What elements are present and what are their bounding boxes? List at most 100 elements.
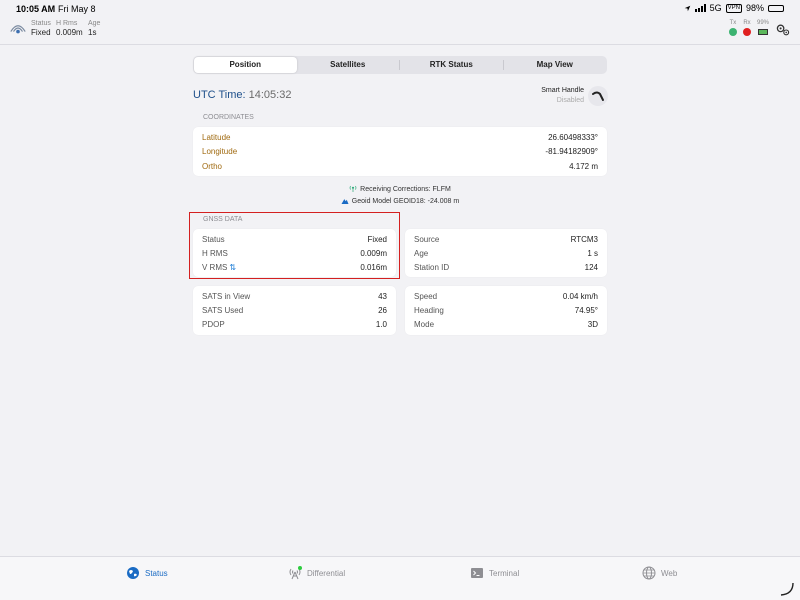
tab-rtk-status[interactable]: RTK Status bbox=[400, 57, 503, 73]
globe-icon bbox=[642, 566, 656, 580]
longitude-label: Longitude bbox=[202, 147, 238, 156]
tx-label: Tx bbox=[729, 20, 737, 26]
rx-label: Rx bbox=[743, 20, 751, 26]
battery-icon bbox=[768, 4, 784, 12]
rx-dot-icon bbox=[742, 28, 751, 36]
sats-in-view-label: SATS in View bbox=[202, 292, 251, 301]
geoid-model: Geoid Model GEOID18: -24.008 m bbox=[0, 197, 800, 205]
receiver-battery-label: 99% bbox=[756, 20, 769, 26]
system-date: Fri May 8 bbox=[58, 4, 96, 14]
gnss-row-source: Source RTCM3 bbox=[414, 235, 598, 244]
tab-map-view[interactable]: Map View bbox=[504, 57, 607, 73]
header-age: Age 1s bbox=[88, 20, 100, 38]
receiver-logo-icon[interactable] bbox=[9, 21, 27, 35]
satellites-card: SATS in View 43 SATS Used 26 PDOP 1.0 bbox=[193, 286, 396, 335]
header-age-label: Age bbox=[88, 20, 101, 27]
motion-row-heading: Heading 74.95° bbox=[414, 306, 598, 315]
smart-handle-state: Disabled bbox=[556, 97, 584, 104]
ortho-value: 4.172 m bbox=[569, 162, 598, 171]
rx-indicator: Rx bbox=[742, 20, 751, 36]
status-globe-icon bbox=[127, 567, 139, 579]
sats-in-view-value: 43 bbox=[378, 292, 387, 301]
speed-value: 0.04 km/h bbox=[562, 292, 598, 301]
gnss-source-label: Source bbox=[414, 235, 440, 244]
tx-dot-icon bbox=[728, 28, 737, 36]
smart-handle-icon bbox=[592, 91, 604, 101]
gnss-highlight-box bbox=[189, 212, 400, 279]
gnss-row-age: Age 1 s bbox=[414, 249, 598, 258]
network-type: 5G bbox=[709, 3, 722, 13]
tabbar-status-label: Status bbox=[145, 568, 168, 578]
app-header: Status Fixed H Rms 0.009m Age 1s Tx Rx 9… bbox=[0, 17, 800, 43]
sats-row-pdop: PDOP 1.0 bbox=[202, 320, 387, 329]
cellular-signal-icon bbox=[694, 4, 706, 12]
latitude-label: Latitude bbox=[202, 133, 231, 142]
smart-handle-button[interactable] bbox=[588, 86, 608, 106]
geoid-model-text: Geoid Model GEOID18: -24.008 m bbox=[351, 198, 460, 205]
mode-label: Mode bbox=[414, 320, 435, 329]
battery-percent: 98% bbox=[745, 3, 764, 13]
system-status-bar: 10:05 AM Fri May 8 5G VPN 98% bbox=[0, 0, 800, 17]
tabbar-terminal-label: Terminal bbox=[489, 568, 520, 578]
receiver-battery-icon bbox=[757, 29, 768, 35]
ortho-label: Ortho bbox=[202, 162, 223, 171]
coordinate-row-latitude: Latitude 26.60498333° bbox=[202, 133, 598, 142]
coordinate-row-longitude: Longitude -81.94182909° bbox=[202, 147, 598, 156]
sats-row-used: SATS Used 26 bbox=[202, 306, 387, 315]
longitude-value: -81.94182909° bbox=[545, 147, 598, 156]
geoid-mountain-icon bbox=[341, 199, 349, 204]
settings-gears-icon[interactable] bbox=[775, 22, 791, 38]
sats-used-value: 26 bbox=[378, 306, 387, 315]
receiving-corrections-text: Receiving Corrections: FLFM bbox=[360, 186, 451, 193]
heading-label: Heading bbox=[414, 306, 444, 315]
utc-time: UTC Time: 14:05:32 bbox=[193, 89, 291, 101]
utc-time-value: 14:05:32 bbox=[248, 89, 292, 101]
tabbar-differential-label: Differential bbox=[307, 568, 346, 578]
coordinates-card: Latitude 26.60498333° Longitude -81.9418… bbox=[193, 127, 607, 176]
motion-card: Speed 0.04 km/h Heading 74.95° Mode 3D bbox=[405, 286, 607, 335]
coordinate-row-ortho: Ortho 4.172 m bbox=[202, 162, 598, 171]
heading-value: 74.95° bbox=[574, 306, 598, 315]
header-hrms-value: 0.009m bbox=[56, 28, 83, 37]
system-time: 10:05 AM bbox=[16, 4, 56, 14]
mode-value: 3D bbox=[587, 320, 598, 329]
tab-position[interactable]: Position bbox=[194, 57, 297, 73]
header-hrms: H Rms 0.009m bbox=[56, 20, 83, 38]
antenna-icon bbox=[289, 566, 302, 580]
bottom-tab-bar: Status Differential Terminal Web bbox=[0, 556, 800, 600]
terminal-icon bbox=[471, 568, 483, 578]
receiving-corrections: Receiving Corrections: FLFM bbox=[0, 185, 800, 193]
header-divider bbox=[0, 44, 800, 45]
tab-satellites[interactable]: Satellites bbox=[297, 57, 400, 73]
sats-row-in-view: SATS in View 43 bbox=[202, 292, 387, 301]
pdop-value: 1.0 bbox=[375, 320, 387, 329]
header-status-value: Fixed bbox=[31, 28, 51, 37]
sats-used-label: SATS Used bbox=[202, 306, 244, 315]
utc-time-label: UTC Time: bbox=[193, 89, 246, 101]
motion-row-speed: Speed 0.04 km/h bbox=[414, 292, 598, 301]
tabbar-item-terminal[interactable]: Terminal bbox=[470, 566, 519, 580]
resize-corner-icon[interactable] bbox=[780, 582, 794, 596]
gnss-age-value: 1 s bbox=[587, 249, 598, 258]
header-status-label: Status bbox=[31, 20, 51, 27]
correction-signal-icon bbox=[349, 185, 357, 192]
tabbar-web-label: Web bbox=[661, 568, 678, 578]
gnss-station-id-label: Station ID bbox=[414, 263, 450, 272]
speed-label: Speed bbox=[414, 292, 438, 301]
pdop-label: PDOP bbox=[202, 320, 225, 329]
smart-handle-label: Smart Handle bbox=[541, 87, 584, 94]
view-segmented-control: Position Satellites RTK Status Map View bbox=[193, 56, 607, 74]
gnss-age-label: Age bbox=[414, 249, 429, 258]
tabbar-item-web[interactable]: Web bbox=[642, 566, 677, 580]
tabbar-item-differential[interactable]: Differential bbox=[288, 566, 345, 580]
gnss-source-value: RTCM3 bbox=[570, 235, 598, 244]
gnss-row-station-id: Station ID 124 bbox=[414, 263, 598, 272]
gnss-source-card: Source RTCM3 Age 1 s Station ID 124 bbox=[405, 229, 607, 277]
tx-indicator: Tx bbox=[728, 20, 737, 36]
system-indicators: 5G VPN 98% bbox=[684, 3, 784, 13]
latitude-value: 26.60498333° bbox=[548, 133, 598, 142]
tabbar-item-status[interactable]: Status bbox=[126, 566, 168, 580]
smart-handle-status: Smart Handle Disabled bbox=[530, 86, 584, 106]
receiver-battery: 99% bbox=[757, 20, 769, 35]
header-status: Status Fixed bbox=[31, 20, 51, 38]
